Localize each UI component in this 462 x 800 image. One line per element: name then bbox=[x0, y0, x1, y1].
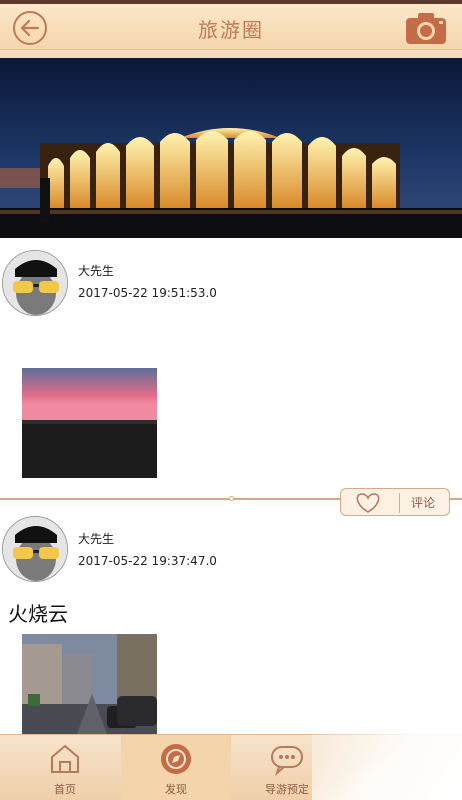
post-time: 2017-05-22 19:37:47.0 bbox=[78, 554, 217, 568]
compass-icon bbox=[158, 741, 194, 777]
page-title: 旅游圈 bbox=[198, 18, 264, 42]
chat-icon bbox=[269, 741, 305, 777]
divider-dot bbox=[229, 496, 234, 501]
avatar[interactable] bbox=[2, 250, 68, 316]
corner-fade-overlay bbox=[312, 700, 462, 800]
tab-home[interactable]: 首页 bbox=[10, 735, 120, 800]
banner-image[interactable] bbox=[0, 58, 462, 238]
comment-button[interactable]: 评论 bbox=[411, 494, 435, 511]
tab-label: 发现 bbox=[165, 783, 187, 796]
post-time: 2017-05-22 19:51:53.0 bbox=[78, 286, 217, 300]
tab-label: 首页 bbox=[54, 783, 76, 796]
app-header: 旅游圈 bbox=[0, 4, 462, 50]
home-icon bbox=[47, 741, 83, 777]
heart-icon[interactable] bbox=[351, 492, 385, 514]
post-author[interactable]: 大先生 bbox=[78, 262, 114, 279]
post-text: 火烧云 bbox=[8, 602, 68, 626]
actions-separator bbox=[399, 493, 400, 513]
post-author[interactable]: 大先生 bbox=[78, 530, 114, 547]
tab-discover[interactable]: 发现 bbox=[121, 735, 231, 800]
header-spacer bbox=[0, 50, 462, 58]
avatar[interactable] bbox=[2, 516, 68, 582]
post-photo[interactable] bbox=[22, 634, 157, 734]
post-photo[interactable] bbox=[22, 368, 157, 478]
camera-icon[interactable] bbox=[404, 10, 448, 46]
post-actions: 评论 bbox=[340, 488, 450, 516]
